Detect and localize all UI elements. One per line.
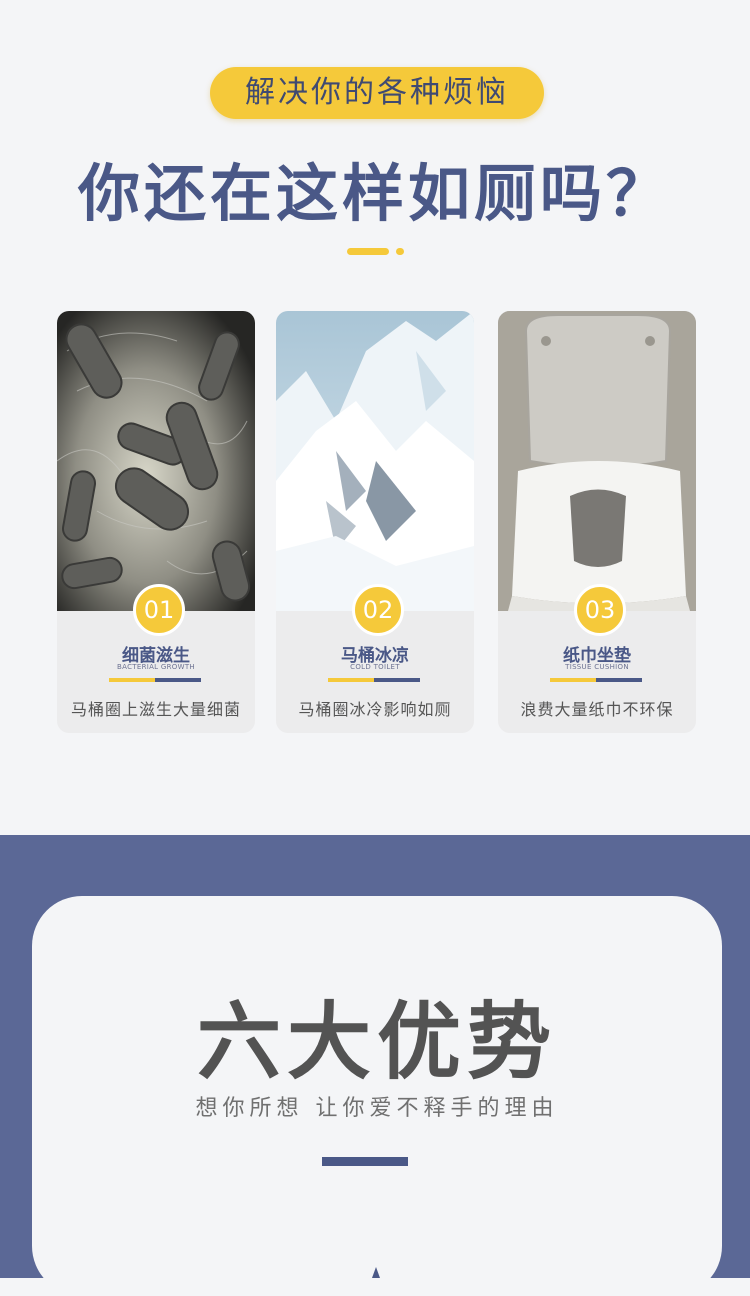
card-subtitle: COLD TOILET (350, 663, 400, 671)
card-subtitle: BACTERIAL GROWTH (117, 663, 195, 671)
title-underline (322, 1157, 408, 1166)
number-badge: 02 (352, 584, 404, 636)
badge: 解决你的各种烦恼 (210, 67, 544, 119)
card-description: 马桶圈冰冷影响如厕 (298, 700, 452, 719)
number-badge: 01 (133, 584, 185, 636)
advantages-tagline: 想你所想 让你爱不释手的理由 (195, 1096, 559, 1121)
decor-dot (396, 248, 404, 255)
decor-dash (347, 248, 389, 255)
card-description: 马桶圈上滋生大量细菌 (70, 700, 241, 719)
ice-photo (276, 311, 474, 611)
bacteria-photo (57, 311, 255, 611)
page-headline: 你还在这样如厕吗？ (77, 157, 672, 230)
card-subtitle: TISSUE CUSHION (565, 663, 629, 671)
toilet-photo (498, 311, 696, 611)
advantages-title: 六大优势 (196, 993, 557, 1091)
card-description: 浪费大量纸巾不环保 (520, 700, 674, 719)
accent-bar-yellow (109, 678, 155, 682)
card-cold-toilet: 02 马桶冰凉 COLD TOILET 马桶圈冰冷影响如厕 (276, 311, 474, 733)
accent-bar-navy (155, 678, 201, 682)
accent-bar-yellow (328, 678, 374, 682)
caret-up-icon (372, 1267, 380, 1278)
card-bacterial-growth: 01 细菌滋生 BACTERIAL GROWTH 马桶圈上滋生大量细菌 (57, 311, 255, 733)
card-tissue-cushion: 03 纸巾坐垫 TISSUE CUSHION 浪费大量纸巾不环保 (498, 311, 696, 733)
accent-bar-yellow (550, 678, 596, 682)
number-badge: 03 (574, 584, 626, 636)
accent-bar-navy (374, 678, 420, 682)
accent-bar-navy (596, 678, 642, 682)
problems-section: 解决你的各种烦恼 你还在这样如厕吗？ 01 细菌滋生 BACTERIAL GRO… (0, 0, 750, 835)
